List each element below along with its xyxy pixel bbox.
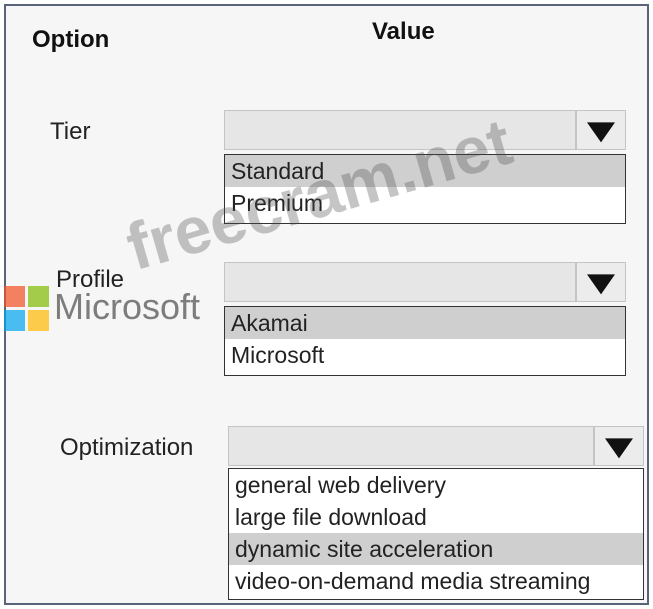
logo-square-blue xyxy=(4,310,25,331)
profile-dropdown[interactable] xyxy=(224,262,626,302)
optimization-options-list: general web delivery large file download… xyxy=(228,468,644,600)
tier-dropdown[interactable] xyxy=(224,110,626,150)
optimization-dropdown[interactable] xyxy=(228,426,644,466)
logo-square-yellow xyxy=(28,310,49,331)
chevron-down-icon[interactable] xyxy=(575,111,625,149)
logo-square-green xyxy=(28,286,49,307)
chevron-down-icon[interactable] xyxy=(575,263,625,301)
value-column-header: Value xyxy=(372,18,435,45)
tier-label: Tier xyxy=(50,118,91,145)
logo-square-red xyxy=(4,286,25,307)
profile-option-microsoft[interactable]: Microsoft xyxy=(225,339,625,371)
microsoft-logo-text: Microsoft xyxy=(54,286,201,327)
profile-options-list: Akamai Microsoft xyxy=(224,306,626,376)
optimization-option-dynamic-site-acceleration[interactable]: dynamic site acceleration xyxy=(229,533,643,565)
option-column-header: Option xyxy=(32,26,110,53)
microsoft-logo-icon xyxy=(4,286,50,332)
optimization-label: Optimization xyxy=(60,434,194,461)
tier-option-standard[interactable]: Standard xyxy=(225,155,625,187)
optimization-option-general-web-delivery[interactable]: general web delivery xyxy=(229,469,643,501)
tier-options-list: Standard Premium xyxy=(224,154,626,224)
tier-option-premium[interactable]: Premium xyxy=(225,187,625,219)
chevron-down-icon[interactable] xyxy=(593,427,643,465)
profile-option-akamai[interactable]: Akamai xyxy=(225,307,625,339)
optimization-option-video-on-demand[interactable]: video-on-demand media streaming xyxy=(229,565,643,597)
optimization-option-large-file-download[interactable]: large file download xyxy=(229,501,643,533)
